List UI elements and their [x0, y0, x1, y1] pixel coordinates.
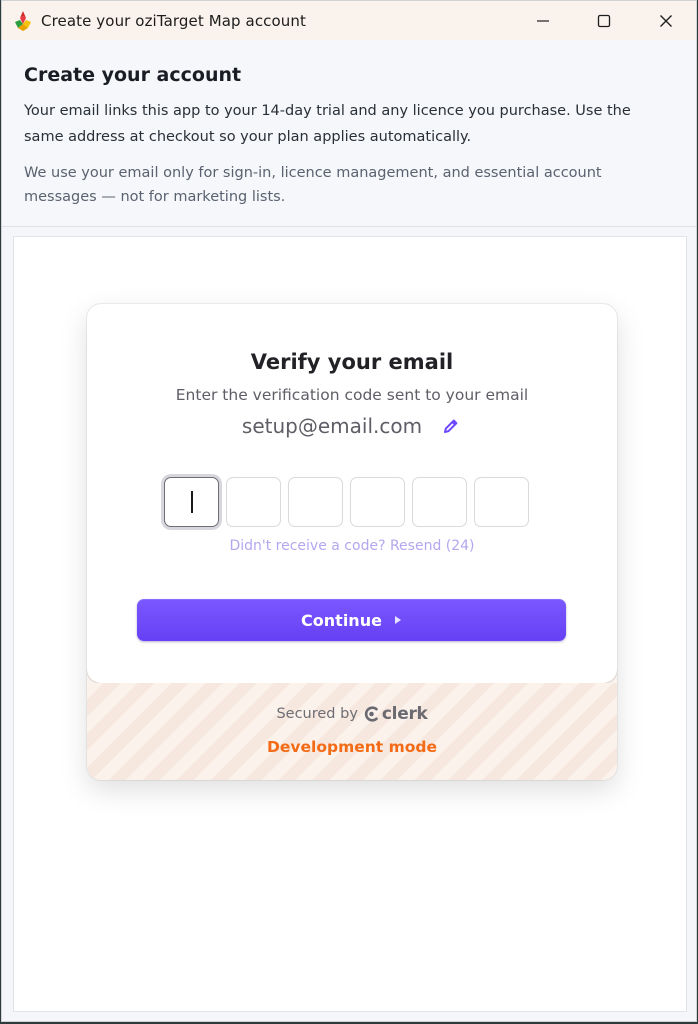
continue-button[interactable]: Continue: [137, 599, 566, 641]
email-address: setup@email.com: [241, 414, 423, 438]
otp-digit-3[interactable]: [288, 477, 343, 527]
header-privacy-note: We use your email only for sign-in, lice…: [24, 165, 602, 205]
minimize-icon: [537, 19, 549, 22]
email-row: setup@email.com: [87, 411, 617, 441]
account-header: Create your account Your email links thi…: [2, 40, 696, 227]
otp-digit-5[interactable]: [412, 477, 467, 527]
otp-digit-1[interactable]: [164, 477, 219, 527]
secured-by-label: Secured by: [276, 706, 358, 722]
verify-subtitle: Enter the verification code sent to your…: [175, 386, 529, 404]
pencil-icon: [444, 419, 458, 433]
window-title: Create your oziTarget Map account: [41, 12, 306, 30]
clerk-logo[interactable]: clerk: [364, 704, 428, 724]
continue-label: Continue: [301, 610, 382, 630]
clerk-icon: [364, 706, 378, 722]
verify-card: Verify your email Enter the verification…: [87, 304, 617, 780]
secured-by: Secured by clerk: [87, 702, 617, 726]
header-description: Your email links this app to your 14-day…: [24, 103, 631, 145]
development-mode-label: Development mode: [267, 738, 437, 756]
content-panel: Verify your email Enter the verification…: [13, 236, 687, 1012]
otp-input-group: [164, 477, 529, 529]
card-footer: [87, 683, 617, 780]
app-window: Create your oziTarget Map account Create…: [1, 0, 697, 1022]
otp-digit-6[interactable]: [474, 477, 529, 527]
resend-code-link[interactable]: Didn't receive a code? Resend (24): [87, 538, 617, 554]
text-caret: [190, 491, 193, 513]
otp-digit-2[interactable]: [226, 477, 281, 527]
otp-digit-4[interactable]: [350, 477, 405, 527]
app-logo-icon: [12, 10, 34, 32]
maximize-button[interactable]: [573, 1, 635, 40]
maximize-icon: [597, 14, 611, 27]
verify-title: Verify your email: [250, 350, 454, 374]
title-bar[interactable]: Create your oziTarget Map account: [2, 1, 696, 40]
close-button[interactable]: [635, 1, 696, 40]
page-title: Create your account: [24, 64, 242, 86]
minimize-button[interactable]: [512, 1, 574, 40]
verify-card-body: Verify your email Enter the verification…: [87, 304, 617, 683]
clerk-wordmark: clerk: [381, 704, 428, 724]
edit-email-button[interactable]: [440, 415, 462, 437]
close-icon: [660, 14, 672, 27]
play-arrow-icon: [394, 616, 401, 624]
